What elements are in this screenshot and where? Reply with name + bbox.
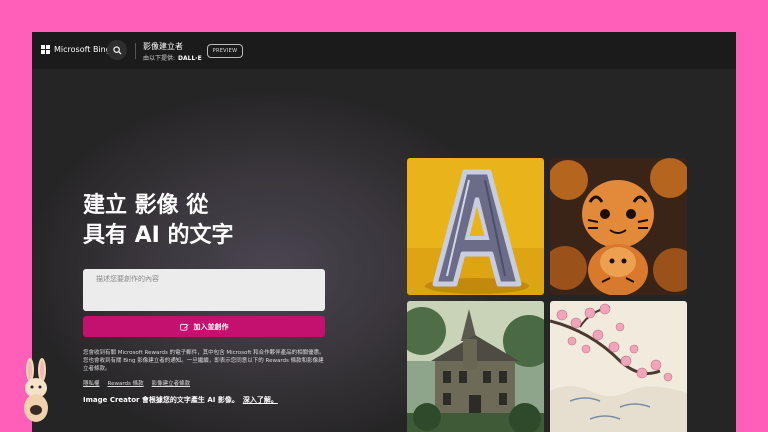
- brand-name: Microsoft Bing: [54, 45, 111, 54]
- browser-window: Microsoft Bing 影像建立者 由以下提供: DALL·E PREVIE…: [32, 32, 736, 432]
- image-creator-terms-link[interactable]: 影像建立者條款: [152, 379, 191, 387]
- main-area: 建立 影像 從 具有 AI 的文字 加入並創作 您會收到有關 Microsoft…: [32, 69, 736, 432]
- search-button[interactable]: [107, 40, 127, 60]
- prompt-box[interactable]: [83, 269, 325, 311]
- create-button-label: 加入並創作: [193, 322, 229, 331]
- letter-a-image[interactable]: [407, 158, 544, 295]
- microsoft-logo-icon: [41, 45, 50, 54]
- learn-more-link[interactable]: 深入了解。: [243, 396, 278, 404]
- create-icon: [179, 323, 189, 331]
- legal-links: 隱私權 Rewards 條款 影像建立者條款: [83, 379, 190, 387]
- bunny-mascot-icon: [24, 358, 48, 422]
- top-bar: Microsoft Bing 影像建立者 由以下提供: DALL·E PREVIE…: [32, 32, 736, 69]
- preview-badge: PREVIEW: [207, 44, 243, 58]
- mansion-forest-image[interactable]: [407, 301, 544, 432]
- rewards-terms-link[interactable]: Rewards 條款: [108, 379, 144, 387]
- provided-by-label: 由以下提供:: [143, 55, 176, 62]
- provided-by: 由以下提供: DALL·E: [143, 53, 202, 62]
- microsoft-bing-logo[interactable]: Microsoft Bing: [41, 45, 111, 54]
- cherry-blossom-image[interactable]: [550, 301, 687, 432]
- tiger-figurines-image[interactable]: [550, 158, 687, 295]
- page-headline: 建立 影像 從 具有 AI 的文字: [83, 191, 234, 251]
- headline-line-1: 建立 影像 從: [83, 193, 209, 218]
- headline-line-2: 具有 AI 的文字: [83, 223, 234, 248]
- prompt-input[interactable]: [83, 269, 325, 311]
- search-icon: [112, 45, 122, 55]
- info-text-body: Image Creator 會根據您的文字產生 AI 影像。: [83, 396, 239, 404]
- info-text: Image Creator 會根據您的文字產生 AI 影像。 深入了解。: [83, 395, 278, 405]
- terms-text: 您會收到有關 Microsoft Rewards 的電子郵件，其中包含 Micr…: [83, 350, 325, 372]
- app-title[interactable]: 影像建立者: [143, 41, 183, 52]
- divider: [135, 43, 136, 59]
- create-button[interactable]: 加入並創作: [83, 316, 325, 337]
- privacy-link[interactable]: 隱私權: [83, 379, 100, 387]
- provided-by-value: DALL·E: [178, 55, 202, 62]
